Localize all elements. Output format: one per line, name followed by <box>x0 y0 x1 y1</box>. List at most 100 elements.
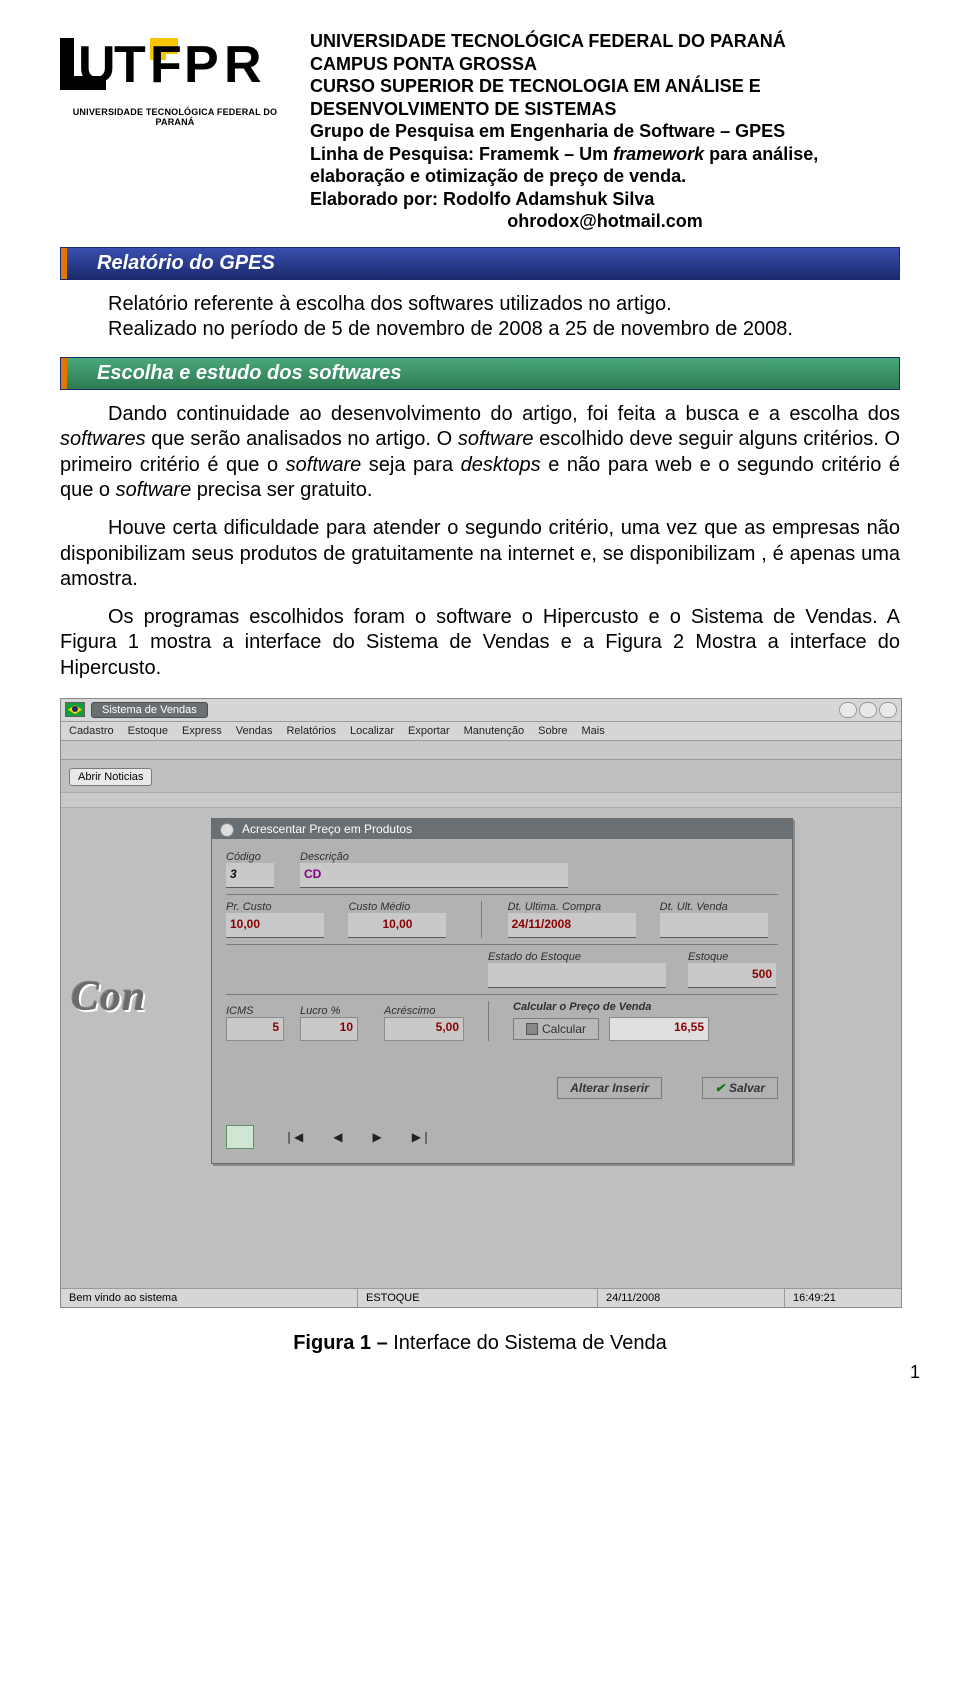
toolbar-separator <box>61 792 901 808</box>
nav-last-button[interactable]: ▶❘ <box>412 1130 431 1144</box>
field-estoque: 500 <box>688 963 776 988</box>
salvar-label: Salvar <box>729 1081 765 1095</box>
figure-caption: Figura 1 – Interface do Sistema de Venda <box>60 1332 900 1355</box>
field-preco-venda: 16,55 <box>609 1017 709 1041</box>
background-brand-text: Con <box>71 973 191 1021</box>
record-navigator: ❘◀ ◀ ▶ ▶❘ <box>226 1125 778 1149</box>
status-time: 16:49:21 <box>785 1289 901 1307</box>
header-line-2: CAMPUS PONTA GROSSA <box>310 53 900 76</box>
header-line-5: Linha de Pesquisa: Framemk – Um framewor… <box>310 143 900 188</box>
header-line-1: UNIVERSIDADE TECNOLÓGICA FEDERAL DO PARA… <box>310 30 900 53</box>
calcular-label: Calcular <box>542 1022 586 1036</box>
menu-manutencao[interactable]: Manutenção <box>464 725 525 737</box>
nav-prev-button[interactable]: ◀ <box>333 1130 342 1144</box>
menubar: Cadastro Estoque Express Vendas Relatóri… <box>61 722 901 741</box>
figure-caption-text: Interface do Sistema de Venda <box>393 1332 667 1354</box>
calcular-button[interactable]: Calcular <box>513 1018 599 1040</box>
p2b: softwares <box>60 428 146 450</box>
label-estoque: Estoque <box>688 951 778 963</box>
nav-next-button[interactable]: ▶ <box>373 1130 382 1144</box>
field-icms[interactable]: 5 <box>226 1017 284 1041</box>
intro-line-2: Realizado no período de 5 de novembro de… <box>60 317 900 343</box>
intro-line-2-text: Realizado no período de 5 de novembro de… <box>60 317 793 343</box>
label-dt-ult-compra: Dt. Ultima. Compra <box>508 901 646 913</box>
menu-mais[interactable]: Mais <box>582 725 605 737</box>
page-number: 1 <box>910 1362 920 1383</box>
field-acrescimo[interactable]: 5,00 <box>384 1017 464 1041</box>
header-email: ohrodox@hotmail.com <box>310 210 900 233</box>
minimize-button[interactable] <box>839 702 857 718</box>
label-calcular-preco: Calcular o Preço de Venda <box>513 1001 778 1013</box>
brazil-flag-icon <box>65 702 85 717</box>
alterar-inserir-button[interactable]: Alterar Inserir <box>557 1077 662 1099</box>
field-lucro[interactable]: 10 <box>300 1017 358 1041</box>
toolbar-strip <box>61 741 901 760</box>
titlebar: Sistema de Vendas <box>61 699 901 722</box>
salvar-button[interactable]: ✔ Salvar <box>702 1077 778 1099</box>
label-custo-medio: Custo Médio <box>348 901 466 913</box>
figure-caption-bold: Figura 1 – <box>293 1332 393 1354</box>
field-custo-medio: 10,00 <box>348 913 446 938</box>
p2j: software <box>116 479 192 501</box>
hl5b: framework <box>613 144 704 164</box>
client-area: Con Acrescentar Preço em Produtos Código… <box>61 808 901 1288</box>
maximize-button[interactable] <box>859 702 877 718</box>
menu-express[interactable]: Express <box>182 725 222 737</box>
label-acrescimo: Acréscimo <box>384 1005 474 1017</box>
band-accent-2 <box>61 358 67 389</box>
svg-text:F: F <box>150 36 182 94</box>
header-line-6: Elaborado por: Rodolfo Adamshuk Silva <box>310 188 900 211</box>
header-line-3: CURSO SUPERIOR DE TECNOLOGIA EM ANÁLISE … <box>310 75 900 120</box>
svg-text:U: U <box>78 36 116 94</box>
label-codigo: Código <box>226 851 286 863</box>
menu-sobre[interactable]: Sobre <box>538 725 567 737</box>
field-pr-custo[interactable]: 10,00 <box>226 913 324 938</box>
label-icms: ICMS <box>226 1005 286 1017</box>
menu-estoque[interactable]: Estoque <box>128 725 168 737</box>
p2k: precisa ser gratuito. <box>191 479 372 501</box>
field-dt-ult-compra: 24/11/2008 <box>508 913 636 938</box>
paragraph-difficulty: Houve certa dificuldade para atender o s… <box>60 516 900 593</box>
field-dt-ult-venda <box>660 913 768 938</box>
sistema-vendas-window: Sistema de Vendas Cadastro Estoque Expre… <box>60 698 902 1308</box>
statusbar: Bem vindo ao sistema ESTOQUE 24/11/2008 … <box>61 1288 901 1307</box>
close-button[interactable] <box>879 702 897 718</box>
nav-card-icon <box>226 1125 254 1149</box>
check-icon: ✔ <box>715 1081 725 1095</box>
band-relatorio: Relatório do GPES <box>60 247 900 280</box>
band-accent <box>61 248 67 279</box>
hl5a: Linha de Pesquisa: Framemk – Um <box>310 144 613 164</box>
header-text-block: UNIVERSIDADE TECNOLÓGICA FEDERAL DO PARA… <box>310 30 900 233</box>
svg-text:R: R <box>224 36 262 94</box>
abrir-noticias-button[interactable]: Abrir Noticias <box>69 768 152 786</box>
svg-text:T: T <box>114 36 146 94</box>
window-title: Sistema de Vendas <box>91 702 208 718</box>
intro-line-1: Relatório referente à escolha dos softwa… <box>60 292 900 318</box>
dialog-title-text: Acrescentar Preço em Produtos <box>242 822 412 836</box>
p2d: software <box>458 428 534 450</box>
label-estado-estoque: Estado do Estoque <box>488 951 668 963</box>
paragraph-criteria: Dando continuidade ao desenvolvimento do… <box>60 402 900 504</box>
field-descricao[interactable]: CD <box>300 863 568 888</box>
dialog-titlebar: Acrescentar Preço em Produtos <box>212 819 792 839</box>
calculator-icon <box>526 1023 538 1035</box>
label-descricao: Descrição <box>300 851 778 863</box>
band-relatorio-label: Relatório do GPES <box>97 252 275 274</box>
status-date: 24/11/2008 <box>598 1289 785 1307</box>
dialog-icon <box>220 823 234 837</box>
nav-first-button[interactable]: ❘◀ <box>284 1130 303 1144</box>
menu-vendas[interactable]: Vendas <box>236 725 273 737</box>
p2a: Dando continuidade ao desenvolvimento do… <box>108 403 900 425</box>
logo-caption: UNIVERSIDADE TECNOLÓGICA FEDERAL DO PARA… <box>60 107 290 127</box>
org-logo: U T F P R UNIVERSIDADE TECNOLÓGICA FEDER… <box>60 30 290 127</box>
label-pr-custo: Pr. Custo <box>226 901 334 913</box>
menu-exportar[interactable]: Exportar <box>408 725 450 737</box>
paragraph-programs: Os programas escolhidos foram o software… <box>60 605 900 682</box>
p2h: desktops <box>461 454 541 476</box>
menu-localizar[interactable]: Localizar <box>350 725 394 737</box>
menu-relatorios[interactable]: Relatórios <box>286 725 336 737</box>
label-lucro: Lucro % <box>300 1005 370 1017</box>
field-codigo[interactable]: 3 <box>226 863 274 888</box>
menu-cadastro[interactable]: Cadastro <box>69 725 114 737</box>
status-module: ESTOQUE <box>358 1289 598 1307</box>
